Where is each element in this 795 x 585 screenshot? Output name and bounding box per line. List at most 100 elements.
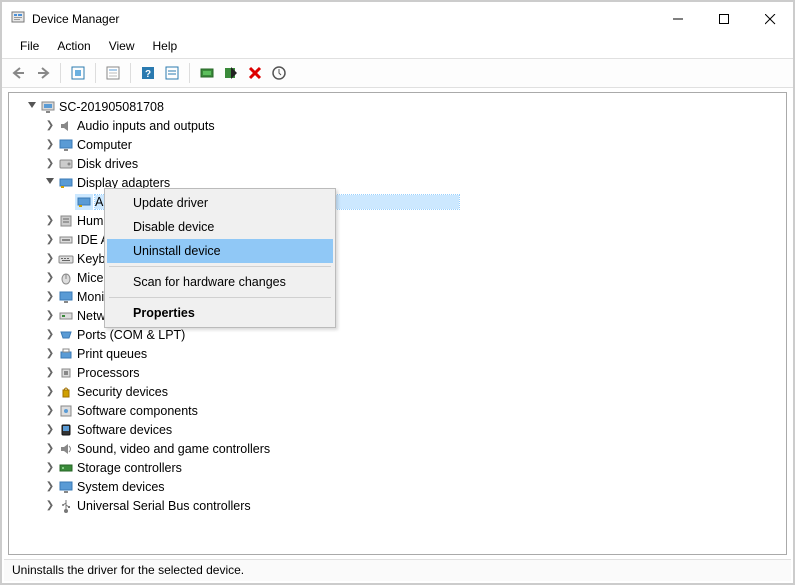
chevron-right-icon[interactable]: ❯ [43, 120, 57, 131]
software-icon [57, 403, 75, 419]
toolbar-uninstall-button[interactable] [244, 62, 266, 84]
tree-row-usb[interactable]: ❯ Universal Serial Bus controllers [13, 496, 786, 515]
cm-separator [109, 297, 331, 298]
cm-scan-hardware[interactable]: Scan for hardware changes [107, 270, 333, 294]
menu-file[interactable]: File [12, 37, 47, 55]
cm-disable-device[interactable]: Disable device [107, 215, 333, 239]
window-minimize-button[interactable] [655, 4, 701, 34]
tree-row-root[interactable]: SC-201905081708 [13, 97, 786, 116]
chevron-right-icon[interactable]: ❯ [43, 481, 57, 492]
audio-icon [57, 118, 75, 134]
computer-icon [39, 99, 57, 115]
statusbar: Uninstalls the driver for the selected d… [4, 559, 791, 581]
window-close-button[interactable] [747, 4, 793, 34]
tree-row-security[interactable]: ❯ Security devices [13, 382, 786, 401]
tree-row-swcomp[interactable]: ❯ Software components [13, 401, 786, 420]
tree-row-audio[interactable]: ❯ Audio inputs and outputs [13, 116, 786, 135]
chevron-right-icon[interactable]: ❯ [43, 367, 57, 378]
context-menu: Update driver Disable device Uninstall d… [104, 188, 336, 328]
display-adapter-icon [57, 175, 75, 191]
chevron-right-icon[interactable]: ❯ [43, 253, 57, 264]
chevron-right-icon[interactable]: ❯ [43, 386, 57, 397]
menubar: File Action View Help [2, 36, 793, 58]
app-icon [10, 10, 26, 29]
chevron-down-icon[interactable] [43, 176, 57, 189]
toolbar: ? [2, 58, 793, 88]
window-titlebar: Device Manager [2, 2, 793, 36]
toolbar-separator [60, 63, 61, 83]
cm-properties[interactable]: Properties [107, 301, 333, 325]
tree-label: Keyb [77, 252, 106, 266]
tree-row-storage[interactable]: ❯ Storage controllers [13, 458, 786, 477]
tree-row-computer[interactable]: ❯ Computer [13, 135, 786, 154]
toolbar-help-button[interactable]: ? [137, 62, 159, 84]
tree-label: System devices [77, 480, 165, 494]
chevron-right-icon[interactable]: ❯ [43, 443, 57, 454]
ide-icon [57, 232, 75, 248]
chevron-right-icon[interactable]: ❯ [43, 405, 57, 416]
tree-row-printq[interactable]: ❯ Print queues [13, 344, 786, 363]
chevron-right-icon[interactable]: ❯ [43, 424, 57, 435]
chevron-right-icon[interactable]: ❯ [43, 158, 57, 169]
window-title: Device Manager [32, 12, 119, 26]
chevron-right-icon[interactable]: ❯ [43, 215, 57, 226]
toolbar-disable-button[interactable] [220, 62, 242, 84]
tree-label: Storage controllers [77, 461, 182, 475]
menu-help[interactable]: Help [145, 37, 186, 55]
toolbar-scan-button[interactable] [268, 62, 290, 84]
usb-icon [57, 498, 75, 514]
tree-label: SC-201905081708 [59, 100, 164, 114]
chevron-right-icon[interactable]: ❯ [43, 272, 57, 283]
cpu-icon [57, 365, 75, 381]
tree-label: Disk drives [77, 157, 138, 171]
toolbar-properties-button[interactable] [102, 62, 124, 84]
tree-label: Processors [77, 366, 140, 380]
chevron-right-icon[interactable]: ❯ [43, 348, 57, 359]
tree-label: Universal Serial Bus controllers [77, 499, 251, 513]
toolbar-separator [130, 63, 131, 83]
window-maximize-button[interactable] [701, 4, 747, 34]
chevron-right-icon[interactable]: ❯ [43, 291, 57, 302]
cm-uninstall-device[interactable]: Uninstall device [107, 239, 333, 263]
toolbar-forward-button[interactable] [32, 62, 54, 84]
tree-row-disk[interactable]: ❯ Disk drives [13, 154, 786, 173]
tree-label: Security devices [77, 385, 168, 399]
cm-update-driver[interactable]: Update driver [107, 191, 333, 215]
chevron-right-icon[interactable]: ❯ [43, 462, 57, 473]
ports-icon [57, 327, 75, 343]
chevron-right-icon[interactable]: ❯ [43, 329, 57, 340]
tree-label: Ports (COM & LPT) [77, 328, 185, 342]
tree-label: Hum [77, 214, 103, 228]
monitor-icon [57, 289, 75, 305]
toolbar-action-button[interactable] [161, 62, 183, 84]
tree-row-system[interactable]: ❯ System devices [13, 477, 786, 496]
tree-label: Moni [77, 290, 104, 304]
toolbar-update-driver-button[interactable] [196, 62, 218, 84]
toolbar-back-button[interactable] [8, 62, 30, 84]
tree-row-cpu[interactable]: ❯ Processors [13, 363, 786, 382]
tree-label: Software devices [77, 423, 172, 437]
tree-row-swdev[interactable]: ❯ Software devices [13, 420, 786, 439]
security-icon [57, 384, 75, 400]
tree-label: Mice [77, 271, 103, 285]
network-icon [57, 308, 75, 324]
tree-row-sound[interactable]: ❯ Sound, video and game controllers [13, 439, 786, 458]
menu-view[interactable]: View [101, 37, 143, 55]
chevron-right-icon[interactable]: ❯ [43, 139, 57, 150]
printer-icon [57, 346, 75, 362]
disk-icon [57, 156, 75, 172]
storage-icon [57, 460, 75, 476]
tree-label: Computer [77, 138, 132, 152]
menu-action[interactable]: Action [49, 37, 98, 55]
tree-label: Software components [77, 404, 198, 418]
chevron-right-icon[interactable]: ❯ [43, 234, 57, 245]
svg-text:?: ? [145, 69, 151, 80]
display-adapter-icon [75, 194, 93, 210]
chevron-down-icon[interactable] [25, 100, 39, 113]
chevron-right-icon[interactable]: ❯ [43, 310, 57, 321]
keyboard-icon [57, 251, 75, 267]
chevron-right-icon[interactable]: ❯ [43, 500, 57, 511]
hid-icon [57, 213, 75, 229]
toolbar-show-hidden-button[interactable] [67, 62, 89, 84]
monitor-icon [57, 137, 75, 153]
